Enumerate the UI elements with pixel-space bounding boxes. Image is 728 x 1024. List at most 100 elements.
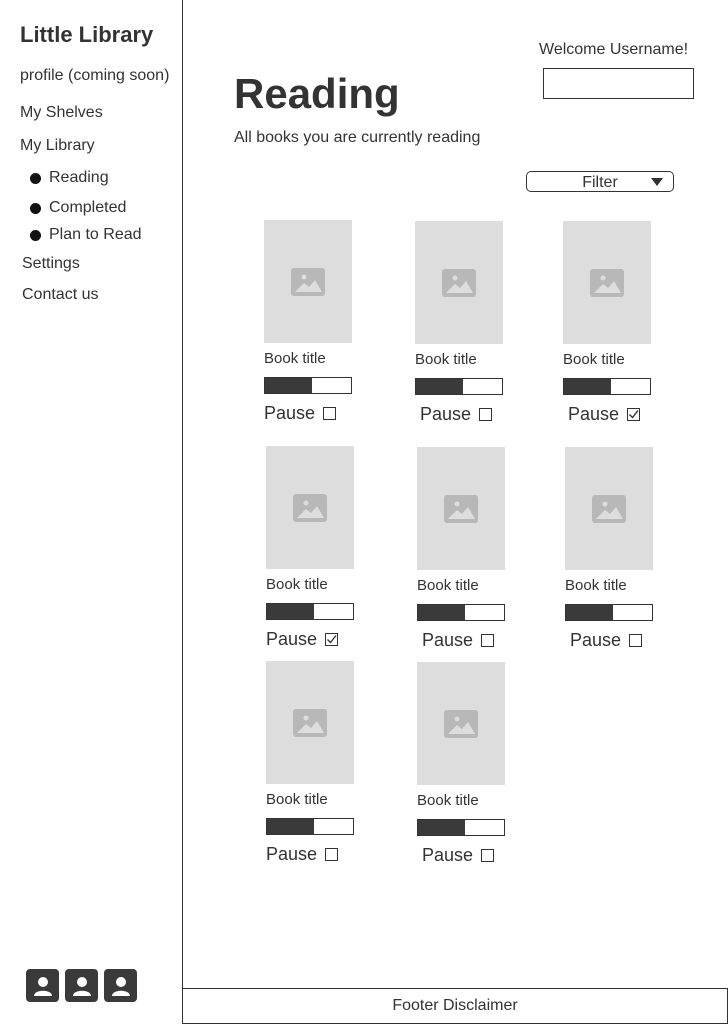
bullet-icon: [30, 172, 41, 184]
sidebar-item-settings[interactable]: Settings: [22, 255, 80, 273]
user-avatar-icon[interactable]: [104, 969, 137, 1002]
image-placeholder-icon: [444, 709, 478, 738]
book-title: Book title: [563, 351, 625, 368]
reading-progress-bar: [266, 603, 354, 620]
user-search-input[interactable]: [543, 68, 694, 99]
book-title: Book title: [417, 792, 479, 809]
pause-checkbox[interactable]: [481, 849, 495, 862]
book-title: Book title: [417, 577, 479, 594]
welcome-text: Welcome Username!: [539, 41, 689, 58]
avatar-group: [26, 969, 137, 1002]
image-placeholder-icon: [592, 494, 626, 523]
reading-progress-bar: [266, 818, 354, 835]
book-title: Book title: [264, 350, 326, 367]
sidebar: Little Library profile (coming soon) My …: [0, 0, 183, 1024]
check-icon: [629, 410, 639, 419]
sidebar-item-my-shelves[interactable]: My Shelves: [20, 104, 103, 122]
pause-label: Pause: [264, 403, 316, 423]
pause-label: Pause: [266, 844, 318, 864]
sidebar-item-my-library[interactable]: My Library: [20, 137, 95, 155]
book-cover: [266, 446, 354, 569]
book-card[interactable]: Book title Pause: [266, 661, 366, 865]
progress-fill: [267, 604, 315, 619]
bullet-icon: [30, 229, 41, 241]
book-title: Book title: [565, 577, 627, 594]
sidebar-item-plan-to-read[interactable]: Plan to Read: [30, 226, 142, 244]
pause-toggle[interactable]: Pause: [266, 629, 366, 650]
image-placeholder-icon: [293, 708, 327, 737]
pause-checkbox-checked[interactable]: [627, 408, 641, 421]
reading-progress-bar: [417, 604, 505, 621]
pause-label: Pause: [266, 629, 318, 649]
reading-progress-bar: [565, 604, 653, 621]
page-title: Reading: [234, 70, 400, 117]
filter-label: Filter: [582, 174, 618, 191]
sidebar-item-label: Reading: [49, 169, 109, 186]
book-card[interactable]: Book title Pause: [565, 447, 665, 651]
book-card[interactable]: Book title Pause: [415, 221, 515, 425]
book-card[interactable]: Book title Pause: [264, 220, 364, 424]
chevron-down-icon: [651, 178, 663, 186]
progress-fill: [566, 605, 614, 620]
pause-label: Pause: [422, 630, 474, 650]
book-title: Book title: [266, 791, 328, 808]
book-cover: [563, 221, 651, 344]
book-cover: [417, 447, 505, 570]
pause-checkbox-checked[interactable]: [325, 633, 339, 646]
pause-label: Pause: [568, 404, 620, 424]
user-avatar-icon[interactable]: [65, 969, 98, 1002]
sidebar-item-completed[interactable]: Completed: [30, 199, 126, 217]
pause-toggle[interactable]: Pause: [417, 845, 517, 866]
book-cover: [565, 447, 653, 570]
pause-toggle[interactable]: Pause: [563, 404, 663, 425]
sidebar-item-reading[interactable]: Reading: [30, 169, 109, 187]
pause-label: Pause: [422, 845, 474, 865]
image-placeholder-icon: [291, 267, 325, 296]
book-card[interactable]: Book title Pause: [563, 221, 663, 425]
image-placeholder-icon: [444, 494, 478, 523]
pause-label: Pause: [570, 630, 622, 650]
image-placeholder-icon: [442, 268, 476, 297]
image-placeholder-icon: [590, 268, 624, 297]
reading-progress-bar: [264, 377, 352, 394]
sidebar-item-contact-us[interactable]: Contact us: [22, 286, 98, 304]
book-card[interactable]: Book title Pause: [266, 446, 366, 650]
book-title: Book title: [266, 576, 328, 593]
book-title: Book title: [415, 351, 477, 368]
book-cover: [266, 661, 354, 784]
progress-fill: [418, 605, 466, 620]
pause-toggle[interactable]: Pause: [417, 630, 517, 651]
progress-fill: [416, 379, 464, 394]
pause-checkbox[interactable]: [479, 408, 493, 421]
pause-checkbox[interactable]: [481, 634, 495, 647]
image-placeholder-icon: [293, 493, 327, 522]
reading-progress-bar: [417, 819, 505, 836]
pause-toggle[interactable]: Pause: [415, 404, 515, 425]
pause-toggle[interactable]: Pause: [565, 630, 665, 651]
reading-progress-bar: [563, 378, 651, 395]
book-card[interactable]: Book title Pause: [417, 447, 517, 651]
filter-dropdown[interactable]: Filter: [526, 171, 674, 192]
sidebar-item-label: Completed: [49, 199, 127, 216]
book-cover: [415, 221, 503, 344]
book-cover: [417, 662, 505, 785]
footer-disclaimer: Footer Disclaimer: [182, 988, 728, 1024]
bullet-icon: [30, 202, 41, 214]
reading-progress-bar: [415, 378, 503, 395]
app-title: Little Library: [20, 22, 154, 47]
user-avatar-icon[interactable]: [26, 969, 59, 1002]
progress-fill: [267, 819, 315, 834]
pause-checkbox[interactable]: [629, 634, 643, 647]
check-icon: [327, 635, 337, 644]
page-subtitle: All books you are currently reading: [234, 129, 481, 146]
sidebar-item-profile[interactable]: profile (coming soon): [20, 67, 169, 85]
book-card[interactable]: Book title Pause: [417, 662, 517, 866]
pause-checkbox[interactable]: [325, 848, 339, 861]
pause-checkbox[interactable]: [323, 407, 337, 420]
pause-toggle[interactable]: Pause: [264, 403, 364, 424]
progress-fill: [265, 378, 313, 393]
book-cover: [264, 220, 352, 343]
pause-toggle[interactable]: Pause: [266, 844, 366, 865]
sidebar-item-label: Plan to Read: [49, 226, 142, 243]
progress-fill: [564, 379, 612, 394]
